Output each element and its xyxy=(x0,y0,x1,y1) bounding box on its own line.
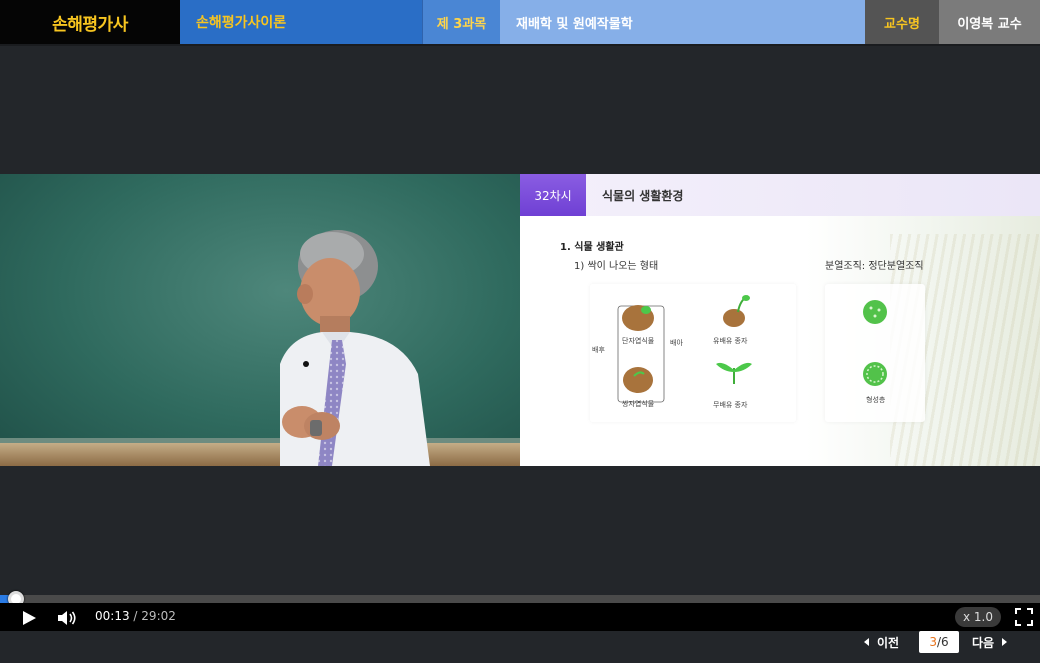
prev-button[interactable]: 이전 xyxy=(864,631,899,653)
time-separator: / xyxy=(133,609,138,623)
chevron-right-icon xyxy=(1002,638,1008,646)
header-bar: 손해평가사 손해평가사이론 제 3과목 재배학 및 원예작물학 교수명 이영복 … xyxy=(0,0,1040,44)
slide-subheading: 1) 싹이 나오는 형태 xyxy=(574,261,659,272)
label-monocot: 단자엽식물 xyxy=(622,337,655,345)
label-baehu: 배후 xyxy=(592,346,605,354)
label-endosperm-seed: 유배유 종자 xyxy=(713,337,748,345)
lecturer-figure xyxy=(280,230,430,466)
play-icon[interactable] xyxy=(20,609,38,627)
subject-number: 제 3과목 xyxy=(422,0,500,44)
total-time: 29:02 xyxy=(141,609,176,623)
slide-heading: 1. 식물 생활관 xyxy=(560,242,624,253)
prev-label: 이전 xyxy=(877,635,900,650)
label-baea: 배아 xyxy=(670,339,683,347)
lecture-slide: 32차시 식물의 생활환경 1. 식물 생활관 1) 싹이 나오는 형태 분열조… xyxy=(520,174,1040,466)
professor-name: 이영복 교수 xyxy=(939,0,1040,44)
progress-bar[interactable] xyxy=(0,591,1040,607)
course-title: 손해평가사이론 xyxy=(180,0,422,44)
video-stage[interactable]: 32차시 식물의 생활환경 1. 식물 생활관 1) 싹이 나오는 형태 분열조… xyxy=(0,174,1040,466)
pagination-bar: 이전 3 / 6 다음 xyxy=(0,631,1040,663)
volume-icon[interactable] xyxy=(56,608,78,628)
label-cambium: 형성층 xyxy=(866,396,886,404)
lecturer-video xyxy=(0,174,520,466)
next-label: 다음 xyxy=(972,635,995,650)
brand-title: 손해평가사 xyxy=(0,0,180,44)
slide-header: 32차시 식물의 생활환경 xyxy=(520,174,1040,216)
header-divider xyxy=(0,44,1040,46)
slide-right-heading: 분열조직: 정단분열조직 xyxy=(825,261,924,272)
next-button[interactable]: 다음 xyxy=(972,631,1008,653)
label-dicot: 쌍자엽식물 xyxy=(622,400,655,408)
page-total: 6 xyxy=(941,635,949,649)
time-display: 00:13 / 29:02 xyxy=(95,609,176,623)
chevron-left-icon xyxy=(864,638,869,646)
slide-title: 식물의 생활환경 xyxy=(602,188,684,203)
subject-name: 재배학 및 원예작물학 xyxy=(500,0,865,44)
fullscreen-icon[interactable] xyxy=(1015,608,1033,626)
page-indicator: 3 / 6 xyxy=(919,631,959,653)
speed-button[interactable]: x 1.0 xyxy=(955,607,1001,627)
label-no-endosperm-seed: 무배유 종자 xyxy=(713,401,748,409)
current-time: 00:13 xyxy=(95,609,130,623)
seed-diagram xyxy=(617,295,752,403)
professor-label: 교수명 xyxy=(865,0,939,44)
lesson-badge: 32차시 xyxy=(520,174,586,216)
lecture-player: 손해평가사 손해평가사이론 제 3과목 재배학 및 원예작물학 교수명 이영복 … xyxy=(0,0,1040,663)
page-current: 3 xyxy=(929,635,937,649)
control-bar: 00:13 / 29:02 x 1.0 xyxy=(0,603,1040,631)
